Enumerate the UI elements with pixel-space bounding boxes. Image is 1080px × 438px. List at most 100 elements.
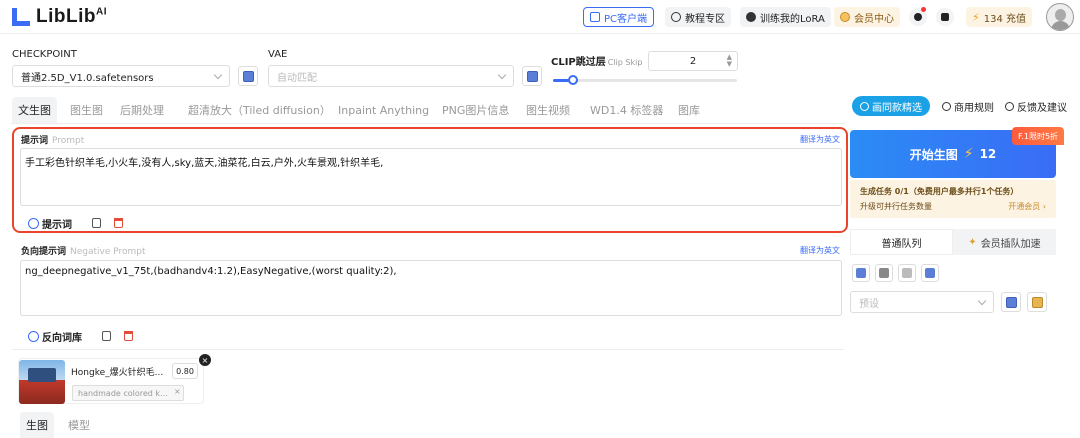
tab-6[interactable]: 图生视频 — [520, 97, 576, 123]
prompt-library-button[interactable]: 提示词 — [28, 216, 72, 231]
tutorials-button[interactable]: 教程专区 — [665, 7, 731, 27]
tab-8[interactable]: 图库 — [672, 97, 706, 123]
trash-icon[interactable] — [108, 214, 128, 232]
message-icon[interactable] — [909, 7, 927, 26]
task-title: 生成任务 0/1（免费用户最多并行1个任务） — [860, 187, 1019, 196]
tutorials-label: 教程专区 — [685, 13, 725, 25]
refresh-icon — [526, 70, 538, 82]
trash-icon[interactable] — [118, 327, 138, 345]
logo-sup: AI — [95, 6, 107, 18]
negative-label: 负向提示词 Negative Prompt — [21, 244, 146, 257]
refresh-checkpoint-button[interactable] — [238, 66, 258, 86]
lightning-icon: ⚡ — [972, 10, 980, 24]
vip-queue-label: 会员插队加速 — [980, 238, 1041, 250]
chevron-down-icon — [977, 296, 987, 306]
rules-label: 商用规则 — [954, 103, 994, 114]
clipboard-icon[interactable] — [898, 264, 916, 282]
refresh-icon — [1005, 296, 1017, 308]
book-icon — [671, 12, 681, 22]
lora-weight-input[interactable]: 0.80 — [172, 363, 198, 379]
prompt-translate-link[interactable]: 翻译为英文 — [800, 134, 840, 145]
chevron-down-icon — [497, 70, 507, 80]
featured-button[interactable]: 画同款精选 — [852, 96, 930, 116]
preset-select[interactable]: 预设 — [850, 291, 994, 313]
lora-close-icon[interactable]: × — [199, 354, 211, 366]
tab-normal-queue[interactable]: 普通队列 — [850, 229, 953, 255]
clip-skip-slider[interactable] — [553, 79, 737, 82]
generate-label: 开始生图 — [909, 147, 958, 162]
vae-select[interactable]: 自动匹配 — [268, 65, 514, 87]
cube-icon — [746, 12, 756, 22]
clip-skip-label: CLIP跳过层 — [551, 57, 606, 68]
import-icon[interactable] — [921, 264, 939, 282]
checkpoint-value: 普通2.5D_V1.0.safetensors — [21, 72, 154, 84]
vae-placeholder: 自动匹配 — [277, 72, 317, 84]
tab-7[interactable]: WD1.4 标签器 — [584, 97, 669, 123]
negative-textarea[interactable]: ng_deepnegative_v1_75t,(badhandv4:1.2),E… — [20, 260, 842, 316]
diamond-icon — [840, 12, 850, 22]
open-vip-link[interactable]: 开通会员 › — [1008, 201, 1046, 212]
clip-skip-value: 2 — [689, 55, 697, 67]
stepper-arrows-icon[interactable]: ▲ ▼ — [727, 54, 732, 68]
logo[interactable]: LibLibAI — [10, 6, 107, 28]
tab-0[interactable]: 文生图 — [12, 97, 57, 123]
clip-skip-input[interactable]: 2 ▲ ▼ — [648, 51, 738, 71]
task-status-box: 生成任务 0/1（免费用户最多并行1个任务） 升级可并行任务数量 开通会员 › — [850, 180, 1056, 218]
copy-icon[interactable] — [86, 214, 106, 232]
tab-vip-queue[interactable]: ✦ 会员插队加速 — [953, 229, 1056, 255]
refresh-icon — [242, 70, 254, 82]
negative-label-text: 负向提示词 — [21, 247, 67, 257]
lora-trigger-remove-icon[interactable]: × — [174, 387, 181, 396]
document-icon[interactable] — [936, 8, 954, 26]
commercial-rules-link[interactable]: 商用规则 — [942, 99, 994, 114]
palette-icon — [860, 101, 869, 111]
send-to-icon[interactable] — [852, 264, 870, 282]
lightning-icon: ⚡ — [963, 146, 974, 162]
tab-model[interactable]: 模型 — [62, 412, 96, 438]
pc-client-label: PC客户端 — [604, 13, 648, 25]
credits-label: 134 充值 — [983, 13, 1026, 25]
preset-placeholder: 预设 — [859, 298, 879, 310]
negative-sublabel: Negative Prompt — [70, 247, 146, 257]
feedback-label: 反馈及建议 — [1017, 103, 1067, 114]
chevron-up-circle-icon — [28, 218, 39, 229]
lora-trigger-word[interactable]: handmade colored k... — [72, 385, 184, 401]
tab-1[interactable]: 图生图 — [64, 97, 109, 123]
copy-icon[interactable] — [96, 327, 116, 345]
train-lora-label: 训练我的LoRA — [760, 13, 825, 25]
generate-cost: 12 — [979, 147, 997, 161]
lora-close-text: × — [201, 355, 209, 365]
tab-gen[interactable]: 生图 — [20, 412, 54, 438]
edit-preset-button[interactable] — [1027, 292, 1047, 312]
chat-icon — [1005, 102, 1014, 111]
prompt-textarea[interactable]: 手工彩色针织羊毛,小火车,没有人,sky,蓝天,油菜花,白云,户外,火车景观,针… — [20, 148, 842, 206]
train-lora-button[interactable]: 训练我的LoRA — [740, 7, 831, 27]
normal-queue-label: 普通队列 — [881, 238, 922, 250]
pc-client-button[interactable]: PC客户端 — [583, 7, 655, 27]
monitor-icon — [590, 12, 600, 22]
negative-library-button[interactable]: 反向词库 — [28, 329, 82, 344]
lora-name: Hongke_爆火针织毛... — [71, 368, 164, 378]
checkpoint-select[interactable]: 普通2.5D_V1.0.safetensors — [12, 65, 230, 87]
trash-icon[interactable] — [875, 264, 893, 282]
refresh-preset-button[interactable] — [1001, 292, 1021, 312]
negative-library-label: 反向词库 — [42, 333, 82, 344]
section-divider — [12, 349, 844, 350]
prompt-label-text: 提示词 — [21, 136, 49, 146]
logo-mark-icon — [10, 6, 32, 28]
tab-2[interactable]: 后期处理 — [114, 97, 170, 123]
shield-icon — [942, 102, 951, 111]
prompt-label: 提示词 Prompt — [21, 133, 84, 146]
clip-slider-handle[interactable] — [568, 75, 579, 85]
refresh-vae-button[interactable] — [522, 66, 542, 86]
credits-button[interactable]: ⚡ 134 充值 — [966, 7, 1032, 27]
tab-5[interactable]: PNG图片信息 — [436, 97, 515, 123]
feedback-link[interactable]: 反馈及建议 — [1005, 99, 1067, 114]
tab-4[interactable]: Inpaint Anything — [332, 97, 435, 123]
tab-3[interactable]: 超清放大（Tiled diffusion） — [182, 97, 337, 123]
vip-center-button[interactable]: 会员中心 — [834, 7, 900, 27]
negative-translate-link[interactable]: 翻译为英文 — [800, 245, 840, 256]
lora-thumbnail — [19, 360, 65, 404]
avatar[interactable] — [1046, 3, 1074, 31]
vae-label: VAE — [268, 49, 288, 60]
